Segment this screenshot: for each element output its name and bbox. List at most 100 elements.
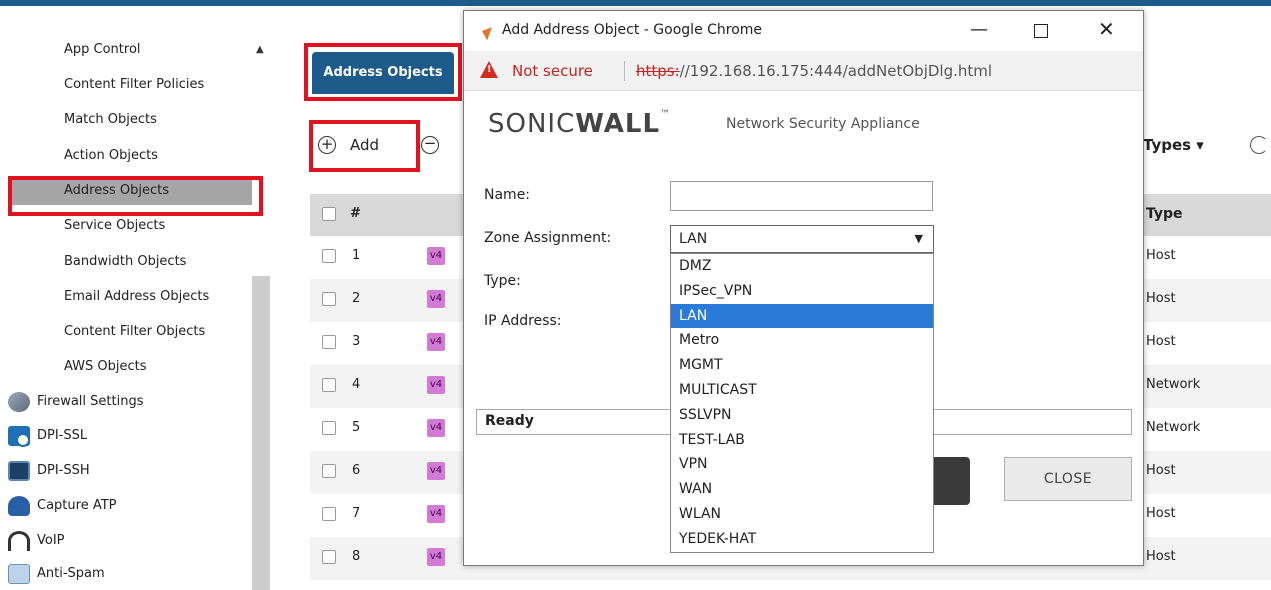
firewall-icon <box>8 392 30 412</box>
zone-option[interactable]: YEDEK-HAT <box>671 527 933 552</box>
sidebar-item-action-objects[interactable]: Action Objects <box>64 142 158 170</box>
sidebar-item-service-objects[interactable]: Service Objects <box>64 212 165 240</box>
sidebar-item-match-objects[interactable]: Match Objects <box>64 106 157 134</box>
row-number: 4 <box>352 377 361 392</box>
sidebar-item-aws-objects[interactable]: AWS Objects <box>64 353 147 381</box>
row-checkbox[interactable] <box>322 378 336 392</box>
sidebar-section-firewall-settings[interactable]: Firewall Settings <box>8 388 143 416</box>
chrome-icon <box>472 21 492 41</box>
sidebar-item-content-filter-objects[interactable]: Content Filter Objects <box>64 318 205 346</box>
scroll-up-arrow-icon[interactable]: ▲ <box>256 44 264 55</box>
row-checkbox[interactable] <box>322 550 336 564</box>
ip-version-badge: v4 <box>427 376 445 394</box>
sidebar-item-app-control[interactable]: App Control <box>64 36 141 64</box>
close-button[interactable]: CLOSE <box>1004 457 1132 501</box>
zone-option[interactable]: VPN <box>671 452 933 477</box>
sidebar-section-dpi-ssh[interactable]: DPI-SSH <box>8 457 90 485</box>
name-label: Name: <box>484 187 531 203</box>
address-bar-divider <box>624 61 625 81</box>
sidebar-item-content-filter-policies[interactable]: Content Filter Policies <box>64 71 204 99</box>
voip-icon <box>8 531 30 551</box>
sidebar-section-label: DPI-SSH <box>37 463 90 478</box>
sidebar-section-label: VoIP <box>37 533 65 548</box>
row-type: Network <box>1146 420 1201 435</box>
sidebar-section-anti-spam[interactable]: Anti-Spam <box>8 560 105 588</box>
logo-text-sonic: SONIC <box>488 109 576 139</box>
url-text[interactable]: https://192.168.16.175:444/addNetObjDlg.… <box>636 62 992 80</box>
sidebar-section-label: Firewall Settings <box>37 394 144 409</box>
dpi-ssh-icon <box>8 461 30 481</box>
row-type: Host <box>1146 334 1176 349</box>
sidebar-scrollbar[interactable]: ▲ <box>252 40 270 590</box>
add-address-object-window: Add Address Object - Google Chrome — ✕ !… <box>463 10 1144 566</box>
ip-version-badge: v4 <box>427 333 445 351</box>
row-checkbox[interactable] <box>322 249 336 263</box>
row-checkbox[interactable] <box>322 421 336 435</box>
zone-option[interactable]: SSLVPN <box>671 403 933 428</box>
types-dropdown[interactable]: Types ▾ <box>1143 136 1204 154</box>
row-checkbox[interactable] <box>322 335 336 349</box>
row-number: 7 <box>352 506 361 521</box>
capture-atp-icon <box>8 496 30 516</box>
zone-option-selected[interactable]: LAN <box>671 303 933 329</box>
sidebar: App Control Content Filter Policies Matc… <box>0 6 272 590</box>
zone-option[interactable]: DMZ <box>671 254 933 279</box>
sidebar-item-email-address-objects[interactable]: Email Address Objects <box>64 283 209 311</box>
highlight-box-tab <box>304 43 462 101</box>
dropdown-arrow-icon: ▼ <box>914 232 923 245</box>
row-type: Host <box>1146 291 1176 306</box>
type-label: Type: <box>484 273 521 289</box>
row-type: Network <box>1146 377 1201 392</box>
zone-option[interactable]: IPSec_VPN <box>671 279 933 304</box>
row-checkbox[interactable] <box>322 507 336 521</box>
minimize-button[interactable]: — <box>970 19 988 40</box>
row-number: 5 <box>352 420 361 435</box>
highlight-box-address-objects <box>8 176 263 216</box>
zone-option[interactable]: MGMT <box>671 353 933 378</box>
address-bar[interactable]: ! Not secure https://192.168.16.175:444/… <box>464 51 1143 91</box>
zone-option[interactable]: TEST-LAB <box>671 428 933 453</box>
row-checkbox[interactable] <box>322 292 336 306</box>
ip-address-label: IP Address: <box>484 313 562 329</box>
scrollbar-thumb[interactable] <box>252 276 270 590</box>
sidebar-section-voip[interactable]: VoIP <box>8 527 65 555</box>
name-input[interactable] <box>670 181 933 211</box>
zone-dropdown-list[interactable]: DMZ IPSec_VPN LAN Metro MGMT MULTICAST S… <box>670 253 934 553</box>
sonicwall-logo: SONICWALL™ <box>488 109 671 139</box>
maximize-button[interactable] <box>1034 24 1048 38</box>
ip-version-badge: v4 <box>427 290 445 308</box>
row-type: Host <box>1146 248 1176 263</box>
not-secure-label[interactable]: Not secure <box>512 62 593 80</box>
ip-version-badge: v4 <box>427 548 445 566</box>
highlight-box-add <box>309 120 420 172</box>
sidebar-section-capture-atp[interactable]: Capture ATP <box>8 492 117 520</box>
ip-version-badge: v4 <box>427 419 445 437</box>
column-header-number: # <box>350 206 361 221</box>
row-checkbox[interactable] <box>322 464 336 478</box>
remove-button[interactable]: − <box>421 136 439 154</box>
ip-version-badge: v4 <box>427 247 445 265</box>
sidebar-item-bandwidth-objects[interactable]: Bandwidth Objects <box>64 248 186 276</box>
ip-version-badge: v4 <box>427 462 445 480</box>
row-number: 3 <box>352 334 361 349</box>
zone-option[interactable]: MULTICAST <box>671 378 933 403</box>
row-number: 6 <box>352 463 361 478</box>
sidebar-section-label: Anti-Spam <box>37 566 105 581</box>
anti-spam-icon <box>8 564 30 584</box>
refresh-icon[interactable] <box>1250 136 1268 154</box>
dpi-ssl-icon <box>8 426 30 447</box>
sidebar-section-dpi-ssl[interactable]: DPI-SSL <box>8 422 87 450</box>
window-title: Add Address Object - Google Chrome <box>502 22 763 38</box>
window-titlebar[interactable]: Add Address Object - Google Chrome — ✕ <box>464 11 1143 51</box>
url-scheme: https: <box>636 62 680 80</box>
zone-assignment-select[interactable]: LAN ▼ <box>670 225 934 253</box>
status-text: Ready <box>485 413 534 429</box>
row-number: 1 <box>352 248 361 263</box>
close-window-button[interactable]: ✕ <box>1098 17 1115 41</box>
url-path: //192.168.16.175:444/addNetObjDlg.html <box>679 62 993 80</box>
zone-option[interactable]: Metro <box>671 328 933 353</box>
select-all-checkbox[interactable] <box>322 207 336 221</box>
logo-text-wall: WALL <box>575 109 661 139</box>
zone-option[interactable]: WAN <box>671 477 933 502</box>
zone-option[interactable]: WLAN <box>671 502 933 527</box>
